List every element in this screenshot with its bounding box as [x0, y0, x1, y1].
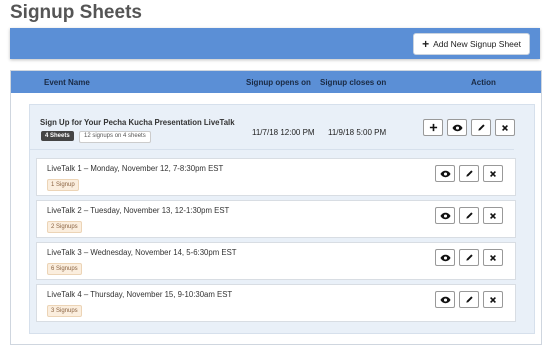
eye-icon [439, 170, 451, 177]
event-title: Sign Up for Your Pecha Kucha Presentatio… [40, 118, 235, 127]
sheet-label: LiveTalk 3 – Wednesday, November 14, 5-6… [47, 248, 237, 257]
edit-sheet-button[interactable] [459, 249, 479, 266]
pencil-icon [465, 254, 473, 261]
sheet-signups-badge: 3 Signups [47, 305, 82, 317]
page-title: Signup Sheets [10, 2, 142, 23]
header-signup-opens: Signup opens on [246, 78, 311, 87]
pencil-icon [465, 170, 473, 177]
sheet-row: LiveTalk 3 – Wednesday, November 14, 5-6… [36, 242, 516, 280]
view-sheet-button[interactable] [435, 249, 455, 266]
eye-icon [439, 296, 451, 303]
eye-icon [439, 212, 451, 219]
delete-sheet-button[interactable] [483, 291, 503, 308]
sheet-actions [435, 207, 503, 224]
delete-event-button[interactable] [495, 119, 515, 136]
sheet-signups-badge: 2 Signups [47, 221, 82, 233]
delete-sheet-button[interactable] [483, 249, 503, 266]
plus-icon: + [422, 37, 430, 51]
sheet-signups-badge: 6 Signups [47, 263, 82, 275]
sheet-actions [435, 249, 503, 266]
signups-count-badge: 12 signups on 4 sheets [79, 131, 151, 143]
event-actions [423, 119, 515, 136]
add-sheet-button[interactable] [423, 119, 443, 136]
header-event-name: Event Name [44, 78, 90, 87]
close-icon [490, 212, 496, 219]
sheet-label: LiveTalk 1 – Monday, November 12, 7-8:30… [47, 164, 224, 173]
table-header: Event Name Signup opens on Signup closes… [11, 71, 541, 93]
eye-icon [451, 124, 463, 131]
view-sheet-button[interactable] [435, 207, 455, 224]
sheet-row: LiveTalk 1 – Monday, November 12, 7-8:30… [36, 158, 516, 196]
close-icon [502, 124, 508, 131]
close-icon [490, 254, 496, 261]
sheets-count-badge: 4 Sheets [41, 131, 74, 141]
view-sheet-button[interactable] [435, 291, 455, 308]
edit-event-button[interactable] [471, 119, 491, 136]
view-event-button[interactable] [447, 119, 467, 136]
delete-sheet-button[interactable] [483, 165, 503, 182]
header-signup-closes: Signup closes on [320, 78, 387, 87]
edit-sheet-button[interactable] [459, 165, 479, 182]
close-icon [490, 170, 496, 177]
sheet-label: LiveTalk 4 – Thursday, November 15, 9-10… [47, 290, 233, 299]
header-action: Action [471, 78, 496, 87]
event-group: Sign Up for Your Pecha Kucha Presentatio… [29, 104, 535, 334]
signup-sheets-table: Event Name Signup opens on Signup closes… [10, 70, 542, 345]
delete-sheet-button[interactable] [483, 207, 503, 224]
eye-icon [439, 254, 451, 261]
view-sheet-button[interactable] [435, 165, 455, 182]
close-icon [490, 296, 496, 303]
pencil-icon [465, 296, 473, 303]
toolbar: + Add New Signup Sheet [10, 28, 540, 59]
sheet-actions [435, 291, 503, 308]
event-closes-date: 11/9/18 5:00 PM [328, 128, 387, 137]
sheet-signups-badge: 1 Signup [47, 179, 79, 191]
pencil-icon [477, 124, 485, 131]
sheet-actions [435, 165, 503, 182]
event-opens-date: 11/7/18 12:00 PM [252, 128, 315, 137]
edit-sheet-button[interactable] [459, 207, 479, 224]
sheet-label: LiveTalk 2 – Tuesday, November 13, 12-1:… [47, 206, 230, 215]
add-signup-sheet-label: Add New Signup Sheet [433, 39, 521, 49]
edit-sheet-button[interactable] [459, 291, 479, 308]
add-signup-sheet-button[interactable]: + Add New Signup Sheet [413, 33, 530, 55]
pencil-icon [465, 212, 473, 219]
divider [30, 149, 514, 150]
sheet-row: LiveTalk 4 – Thursday, November 15, 9-10… [36, 284, 516, 322]
sheet-row: LiveTalk 2 – Tuesday, November 13, 12-1:… [36, 200, 516, 238]
plus-icon [429, 123, 437, 132]
event-row: Sign Up for Your Pecha Kucha Presentatio… [40, 113, 524, 149]
